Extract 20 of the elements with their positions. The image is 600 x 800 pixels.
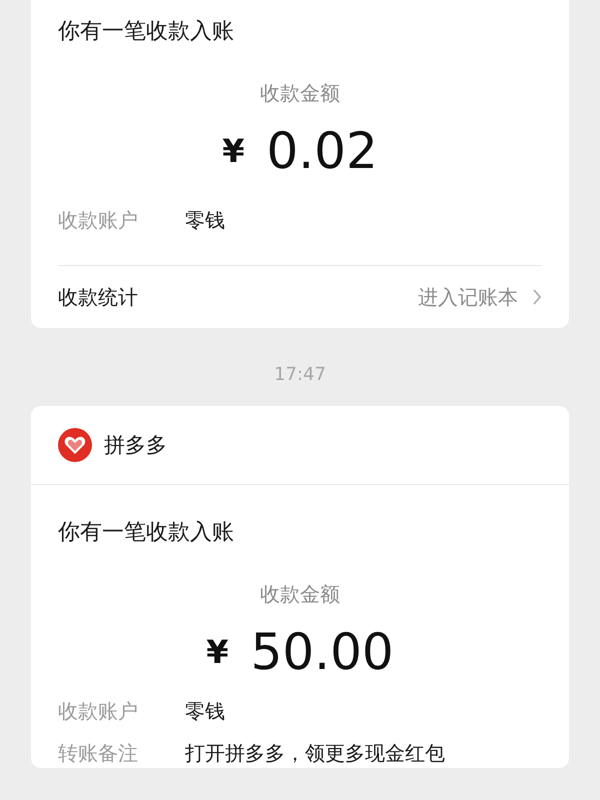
row-value: 零钱 — [185, 207, 225, 234]
row-value: 打开拼多多，领更多现金红包 — [185, 740, 445, 767]
row-label: 转账备注 — [58, 740, 139, 767]
message-title: 你有一笔收款入账 — [58, 18, 235, 46]
message-title: 你有一笔收款入账 — [58, 519, 235, 547]
amount-label: 收款金额 — [259, 581, 341, 608]
footer-label: 收款统计 — [58, 284, 138, 310]
amount-value: 0.02 — [266, 122, 378, 180]
amount-label: 收款金额 — [259, 80, 341, 107]
chevron-right-icon — [532, 288, 542, 306]
ledger-link[interactable]: 进入记账本 — [418, 284, 542, 310]
amount-value: 50.00 — [250, 623, 394, 681]
sender-name: 拼多多 — [104, 432, 167, 459]
timestamp: 17:47 — [273, 363, 327, 387]
row-label: 收款账户 — [58, 698, 139, 725]
currency-symbol: ¥ — [206, 633, 229, 671]
row-value: 零钱 — [185, 698, 225, 725]
currency-symbol: ¥ — [222, 132, 244, 170]
row-label: 收款账户 — [58, 207, 139, 234]
heart-logo-icon — [58, 428, 92, 462]
